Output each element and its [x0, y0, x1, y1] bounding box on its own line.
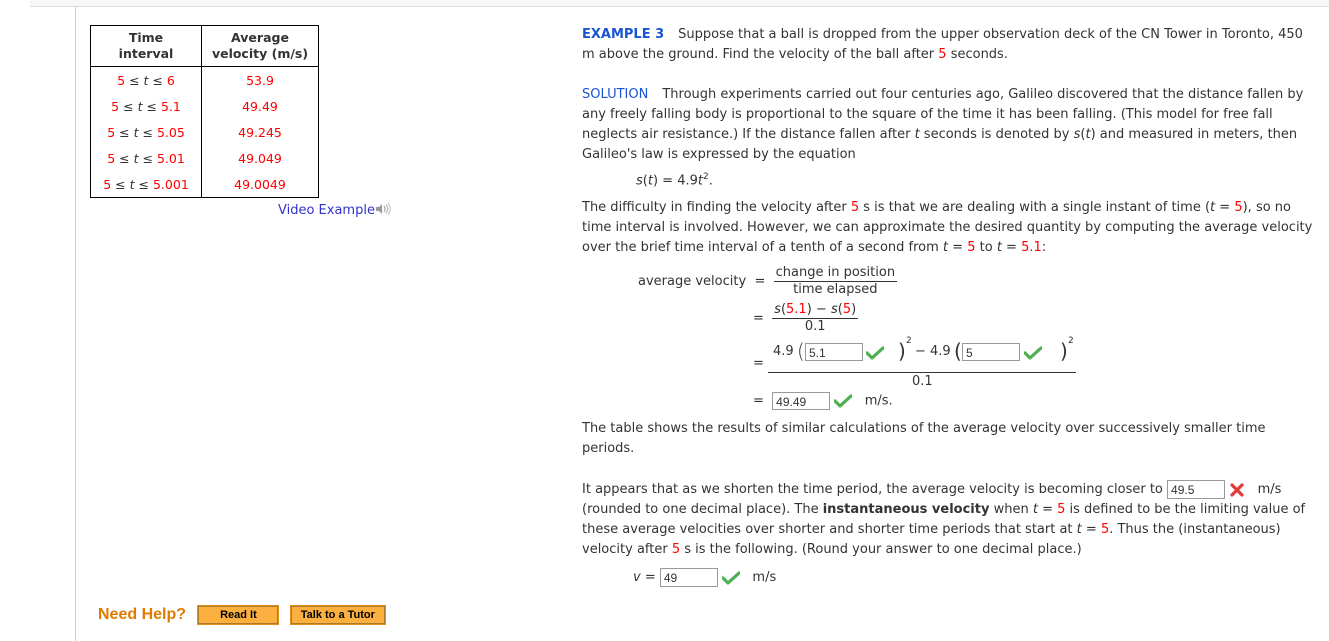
time-interval-cell: 5 ≤ t ≤ 6	[90, 66, 202, 93]
average-velocity-cell: 49.0049	[234, 176, 286, 192]
s5-input[interactable]: 5	[962, 343, 1020, 361]
avg-velocity-definition: average velocity = change in position ti…	[638, 265, 898, 297]
table-row: 5 ≤ t ≤ 5.001 49.0049	[90, 171, 319, 198]
check-icon	[1023, 346, 1043, 360]
video-example-label: Video Example	[278, 203, 375, 218]
table-header-row: Time interval Average velocity (m/s)	[90, 25, 319, 67]
instantaneous-velocity-input[interactable]: 49	[659, 568, 718, 587]
average-velocity-table: Time interval Average velocity (m/s) 5 ≤ t…	[90, 25, 319, 198]
fraction-change-over-time: change in position time elapsed	[773, 265, 898, 297]
average-velocity-cell: 49.49	[242, 98, 278, 114]
time-interval-cell: 5 ≤ t ≤ 5.001	[90, 171, 202, 198]
header-time-interval: Time interval	[90, 25, 202, 67]
incorrect-x-icon	[1229, 482, 1245, 497]
avg-velocity-result: = 49.49 m/s.	[753, 392, 893, 410]
solution-label: SOLUTION	[582, 87, 649, 102]
table-row: 5 ≤ t ≤ 5.01 49.049	[90, 145, 319, 171]
average-velocity-cell: 49.049	[238, 150, 282, 166]
time-interval-cell: 5 ≤ t ≤ 5.05	[90, 119, 202, 145]
avg-velocity-difference: = s(5.1) − s(5) 0.1	[753, 302, 859, 334]
time-interval-cell: 5 ≤ t ≤ 5.1	[90, 93, 202, 119]
example-statement: EXAMPLE 3 Suppose that a ball is dropped …	[582, 27, 1303, 62]
time-interval-cell: 5 ≤ t ≤ 5.01	[90, 145, 202, 171]
table-row: 5 ≤ t ≤ 6 53.9	[90, 66, 319, 93]
avg-velocity-result-input[interactable]: 49.49	[772, 392, 831, 410]
limit-estimate-input[interactable]: 49.5	[1167, 480, 1226, 499]
example-label: EXAMPLE 3	[582, 27, 665, 42]
check-icon	[833, 394, 853, 408]
check-icon	[721, 570, 741, 585]
conclusion-paragraph: It appears that as we shorten the time p…	[582, 480, 1306, 557]
speaker-icon[interactable]	[375, 202, 391, 216]
table-row: 5 ≤ t ≤ 5.05 49.245	[90, 119, 319, 145]
need-help-title: Need Help?	[98, 606, 187, 623]
left-divider	[75, 7, 76, 641]
galileo-equation: s(t) = 4.9t2.	[636, 172, 713, 189]
difficulty-paragraph: The difficulty in finding the velocity a…	[582, 200, 1313, 255]
average-velocity-cell: 53.9	[246, 72, 274, 88]
video-example-link[interactable]: Video Example	[278, 202, 391, 218]
need-help-bar: Need Help? Read It Talk to a Tutor	[98, 605, 386, 625]
check-icon	[865, 346, 885, 360]
header-average-velocity: Average velocity (m/s)	[201, 25, 319, 67]
top-border	[30, 0, 1329, 7]
table-row: 5 ≤ t ≤ 5.1 49.49	[90, 93, 319, 119]
read-it-button[interactable]: Read It	[197, 605, 280, 625]
table-note: The table shows the results of similar c…	[582, 421, 1266, 456]
average-velocity-cell: 49.245	[238, 124, 282, 140]
talk-to-tutor-button[interactable]: Talk to a Tutor	[289, 605, 386, 625]
final-answer-row: v = 49 m/s	[633, 568, 777, 587]
solution-paragraph: SOLUTION Through experiments carried out …	[582, 87, 1304, 162]
s51-input[interactable]: 5.1	[805, 343, 863, 361]
